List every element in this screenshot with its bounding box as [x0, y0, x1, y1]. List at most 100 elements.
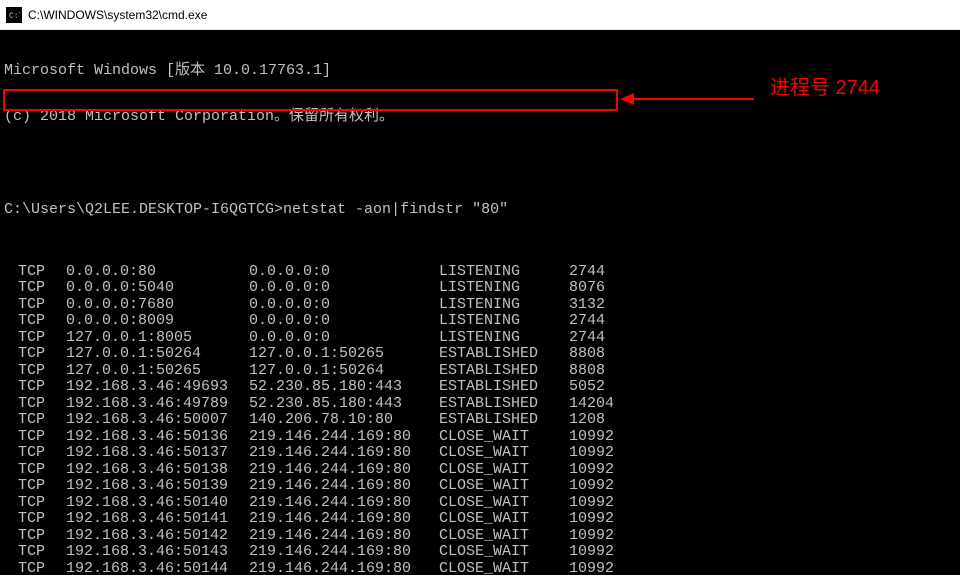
window-title: C:\WINDOWS\system32\cmd.exe [28, 8, 207, 22]
netstat-state: CLOSE_WAIT [439, 561, 569, 575]
netstat-pid: 2744 [569, 330, 649, 345]
netstat-foreign: 219.146.244.169:80 [249, 511, 439, 526]
netstat-pid: 10992 [569, 495, 649, 510]
netstat-pid: 10992 [569, 511, 649, 526]
netstat-proto: TCP [4, 379, 66, 394]
console-blank-line [4, 155, 956, 172]
netstat-proto: TCP [4, 363, 66, 378]
netstat-local: 0.0.0.0:7680 [66, 297, 249, 312]
netstat-foreign: 0.0.0.0:0 [249, 330, 439, 345]
netstat-pid: 14204 [569, 396, 649, 411]
window-titlebar[interactable]: C:\ C:\WINDOWS\system32\cmd.exe [0, 0, 960, 30]
netstat-pid: 1208 [569, 412, 649, 427]
netstat-proto: TCP [4, 445, 66, 460]
netstat-proto: TCP [4, 330, 66, 345]
netstat-pid: 5052 [569, 379, 649, 394]
netstat-local: 192.168.3.46:50007 [66, 412, 249, 427]
netstat-proto: TCP [4, 528, 66, 543]
netstat-state: ESTABLISHED [439, 346, 569, 361]
netstat-proto: TCP [4, 396, 66, 411]
netstat-pid: 8808 [569, 363, 649, 378]
netstat-foreign: 219.146.244.169:80 [249, 495, 439, 510]
netstat-row: TCP192.168.3.46:50142219.146.244.169:80C… [4, 527, 956, 544]
netstat-state: CLOSE_WAIT [439, 462, 569, 477]
netstat-state: LISTENING [439, 280, 569, 295]
netstat-local: 127.0.0.1:50264 [66, 346, 249, 361]
netstat-state: CLOSE_WAIT [439, 495, 569, 510]
netstat-row: TCP192.168.3.46:50144219.146.244.169:80C… [4, 560, 956, 575]
annotation-label: 进程号 2744 [770, 78, 880, 98]
netstat-state: LISTENING [439, 264, 569, 279]
netstat-row: TCP192.168.3.46:50139219.146.244.169:80C… [4, 478, 956, 495]
netstat-row: TCP127.0.0.1:50265127.0.0.1:50264ESTABLI… [4, 362, 956, 379]
netstat-local: 127.0.0.1:8005 [66, 330, 249, 345]
netstat-state: ESTABLISHED [439, 363, 569, 378]
netstat-local: 0.0.0.0:8009 [66, 313, 249, 328]
netstat-proto: TCP [4, 511, 66, 526]
netstat-row: TCP0.0.0.0:80090.0.0.0:0LISTENING2744 [4, 313, 956, 330]
netstat-foreign: 0.0.0.0:0 [249, 264, 439, 279]
netstat-local: 192.168.3.46:50141 [66, 511, 249, 526]
netstat-row: TCP192.168.3.46:50137219.146.244.169:80C… [4, 445, 956, 462]
netstat-proto: TCP [4, 346, 66, 361]
netstat-foreign: 219.146.244.169:80 [249, 462, 439, 477]
netstat-row: TCP192.168.3.46:50141219.146.244.169:80C… [4, 511, 956, 528]
netstat-state: CLOSE_WAIT [439, 544, 569, 559]
netstat-row: TCP192.168.3.46:50140219.146.244.169:80C… [4, 494, 956, 511]
netstat-row: TCP0.0.0.0:800.0.0.0:0LISTENING2744 [4, 263, 956, 280]
netstat-state: CLOSE_WAIT [439, 528, 569, 543]
netstat-pid: 10992 [569, 561, 649, 575]
netstat-row: TCP192.168.3.46:50143219.146.244.169:80C… [4, 544, 956, 561]
netstat-pid: 8076 [569, 280, 649, 295]
netstat-state: ESTABLISHED [439, 412, 569, 427]
console-prompt-line: C:\Users\Q2LEE.DESKTOP-I6QGTCG>netstat -… [4, 202, 956, 219]
netstat-state: CLOSE_WAIT [439, 478, 569, 493]
netstat-local: 192.168.3.46:50137 [66, 445, 249, 460]
netstat-local: 192.168.3.46:50139 [66, 478, 249, 493]
netstat-foreign: 0.0.0.0:0 [249, 297, 439, 312]
netstat-pid: 8808 [569, 346, 649, 361]
netstat-state: LISTENING [439, 313, 569, 328]
netstat-pid: 2744 [569, 264, 649, 279]
netstat-local: 192.168.3.46:49693 [66, 379, 249, 394]
netstat-pid: 10992 [569, 429, 649, 444]
netstat-proto: TCP [4, 313, 66, 328]
netstat-state: LISTENING [439, 297, 569, 312]
netstat-row: TCP127.0.0.1:50264127.0.0.1:50265ESTABLI… [4, 346, 956, 363]
netstat-row: TCP192.168.3.46:50007140.206.78.10:80EST… [4, 412, 956, 429]
netstat-proto: TCP [4, 478, 66, 493]
netstat-foreign: 140.206.78.10:80 [249, 412, 439, 427]
netstat-foreign: 219.146.244.169:80 [249, 478, 439, 493]
netstat-state: ESTABLISHED [439, 379, 569, 394]
netstat-row: TCP127.0.0.1:80050.0.0.0:0LISTENING2744 [4, 329, 956, 346]
netstat-pid: 10992 [569, 478, 649, 493]
netstat-row: TCP0.0.0.0:50400.0.0.0:0LISTENING8076 [4, 280, 956, 297]
netstat-row: TCP192.168.3.46:50138219.146.244.169:80C… [4, 461, 956, 478]
netstat-proto: TCP [4, 429, 66, 444]
netstat-local: 192.168.3.46:50138 [66, 462, 249, 477]
console-output[interactable]: Microsoft Windows [版本 10.0.17763.1] (c) … [0, 30, 960, 575]
netstat-local: 192.168.3.46:50143 [66, 544, 249, 559]
netstat-proto: TCP [4, 412, 66, 427]
netstat-pid: 2744 [569, 313, 649, 328]
console-header-line: (c) 2018 Microsoft Corporation。保留所有权利。 [4, 109, 956, 126]
netstat-row: TCP0.0.0.0:76800.0.0.0:0LISTENING3132 [4, 296, 956, 313]
netstat-foreign: 219.146.244.169:80 [249, 429, 439, 444]
netstat-foreign: 52.230.85.180:443 [249, 396, 439, 411]
netstat-foreign: 219.146.244.169:80 [249, 544, 439, 559]
netstat-foreign: 127.0.0.1:50265 [249, 346, 439, 361]
netstat-foreign: 0.0.0.0:0 [249, 280, 439, 295]
netstat-foreign: 0.0.0.0:0 [249, 313, 439, 328]
netstat-foreign: 127.0.0.1:50264 [249, 363, 439, 378]
netstat-pid: 3132 [569, 297, 649, 312]
netstat-proto: TCP [4, 561, 66, 575]
netstat-row: TCP192.168.3.46:4978952.230.85.180:443ES… [4, 395, 956, 412]
netstat-foreign: 219.146.244.169:80 [249, 528, 439, 543]
netstat-pid: 10992 [569, 544, 649, 559]
netstat-proto: TCP [4, 462, 66, 477]
netstat-local: 192.168.3.46:50144 [66, 561, 249, 575]
netstat-pid: 10992 [569, 528, 649, 543]
netstat-foreign: 219.146.244.169:80 [249, 445, 439, 460]
netstat-proto: TCP [4, 297, 66, 312]
netstat-row: TCP192.168.3.46:4969352.230.85.180:443ES… [4, 379, 956, 396]
